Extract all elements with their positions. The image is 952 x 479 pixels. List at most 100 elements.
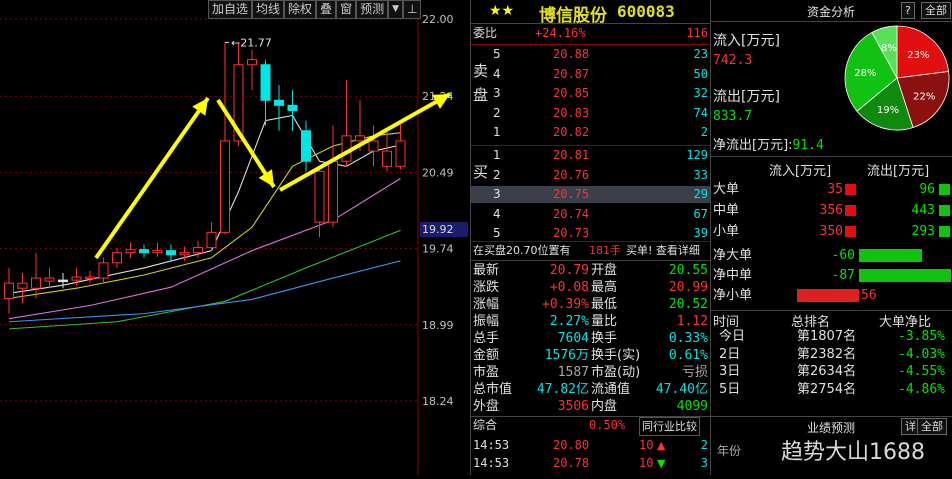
buy-row-5[interactable]: 5 20.73 39	[471, 225, 711, 242]
pie-label-2: 19%	[877, 105, 899, 116]
industry-compare-button[interactable]: 同行业比较	[639, 417, 700, 436]
stock-code: 600083	[617, 2, 675, 21]
rank-row: 5日 第2754名 -4.86%	[711, 381, 952, 398]
help-button[interactable]: ?	[901, 2, 915, 19]
stock-name: 博信股份	[539, 6, 607, 26]
rank-table: 今日 第1807名 -3.85% 2日 第2382名 -4.03% 3日 第2634名 -4.5…	[711, 328, 952, 400]
candle-body-15	[206, 231, 217, 249]
stat-label: 最新	[473, 263, 500, 278]
rank-ratio: -4.55%	[898, 364, 945, 379]
sell-row-4[interactable]: 4 20.87 50	[471, 66, 711, 83]
sell-volume: 23	[693, 47, 708, 61]
stat-label: 总手	[473, 331, 500, 346]
sell-level: 4	[493, 66, 501, 81]
rank-row: 今日 第1807名 -3.85%	[711, 328, 952, 345]
tick-list: 14:53 20.80 10 ▲ 2 14:53 20.78 10 ▼ 3	[471, 437, 711, 475]
buy-price: 20.73	[553, 226, 590, 240]
stats-row: 振幅 2.27% 量比 1.12	[471, 313, 711, 330]
toolbar-btn-2[interactable]: 除权	[284, 0, 317, 19]
current-price-tag: 19.92	[420, 222, 468, 237]
composite-label: 综合	[473, 418, 498, 432]
toolbar-btn-4[interactable]: 窗	[336, 0, 357, 19]
dropdown-triangle-icon[interactable]: ▼	[388, 0, 404, 19]
net-label: 净中单	[713, 268, 753, 283]
flow-title: 资金分析	[807, 5, 856, 19]
sell-volume: 50	[693, 66, 708, 81]
up-arrow-icon: ▲	[657, 439, 666, 452]
sell-row-3[interactable]: 3 20.85 32	[471, 85, 711, 102]
buy-level: 2	[493, 167, 501, 182]
col-out-header: 流出[万元]	[867, 164, 930, 179]
stat-value: 1.12	[676, 314, 708, 329]
col-in-header: 流入[万元]	[769, 164, 832, 179]
sell-level: 1	[493, 125, 501, 139]
sell-volume: 2	[700, 125, 708, 139]
stat-label: 换手	[591, 331, 618, 346]
red-square-icon	[845, 184, 856, 195]
forecast-all-button[interactable]: 全部	[917, 418, 947, 435]
high-label: ←21.77	[231, 36, 272, 49]
green-square-icon	[939, 184, 950, 195]
stat-label: 内盘	[591, 399, 618, 414]
axis-label-18.99: 18.99	[422, 319, 454, 332]
yellow-up-arrow-1-head	[192, 98, 208, 116]
stat-value: 7604	[557, 331, 589, 346]
big-order-notice[interactable]: 在买盘20.70位置有 181手 买单! 查看详细	[471, 242, 711, 259]
all-button[interactable]: 全部	[921, 2, 951, 19]
stat-value: 2.27%	[549, 314, 589, 329]
size-in: 35	[827, 182, 843, 197]
notice-detail-link[interactable]: 买单! 查看详细	[626, 242, 700, 259]
candle-body-1	[17, 282, 28, 289]
net-value: 91.4	[792, 138, 824, 153]
size-row: 小单 350 293	[711, 222, 952, 242]
rank-position: 第1807名	[797, 329, 857, 344]
webi-pct: +24.16%	[535, 26, 586, 40]
rank-ratio: -3.85%	[898, 329, 945, 344]
toolbar-btn-5[interactable]: 预测	[356, 0, 389, 19]
rank-row: 2日 第2382名 -4.03%	[711, 346, 952, 363]
stat-value: 3506	[557, 399, 589, 414]
candle-body-11	[152, 250, 163, 254]
candle-body-3	[44, 277, 55, 282]
ma-line-green	[8, 229, 401, 330]
stat-label: 流通值	[591, 382, 631, 397]
sell-level: 5	[493, 47, 501, 61]
net-row: 净大单 -60	[711, 246, 952, 266]
rank-position: 第2634名	[797, 364, 857, 379]
kline-chart[interactable]: 22.0021.2420.4919.7418.9918.24←21.77 19.…	[0, 0, 470, 475]
buy-row-2[interactable]: 2 20.76 33	[471, 167, 711, 184]
candle-body-23	[314, 170, 325, 223]
net-label: 净大单	[713, 248, 753, 263]
tick-row: 14:53 20.78 10 ▼ 3	[471, 455, 711, 472]
buy-row-1[interactable]: 1 20.81 129	[471, 147, 711, 164]
outflow-value: 833.7	[713, 109, 753, 124]
sell-row-1[interactable]: 1 20.82 2	[471, 124, 711, 141]
buy-row-4[interactable]: 4 20.74 67	[471, 206, 711, 223]
toolbar-btn-3[interactable]: 叠	[316, 0, 337, 19]
stat-value: 20.79	[549, 263, 589, 278]
size-out: 96	[919, 182, 935, 197]
sell-row-5[interactable]: 5 20.88 23	[471, 46, 711, 63]
stats-row: 外盘 3506 内盘 4099	[471, 398, 711, 415]
candle-body-29	[395, 140, 406, 167]
size-row: 中单 356 443	[711, 201, 952, 221]
stat-label: 金额	[473, 348, 500, 363]
stat-label: 总市值	[473, 382, 513, 397]
rank-time: 5日	[719, 381, 741, 397]
composite-row: 综合 0.50% 同行业比较	[471, 417, 711, 436]
sell-row-2[interactable]: 2 20.83 74	[471, 105, 711, 122]
star-icon[interactable]: ★★	[489, 3, 514, 19]
net-bar	[859, 249, 923, 262]
candle-body-7	[98, 262, 109, 279]
toolbar-btn-1[interactable]: 均线	[252, 0, 285, 19]
candle-body-14	[193, 247, 203, 254]
buy-volume: 129	[686, 148, 708, 162]
stat-value: +0.08	[549, 280, 589, 295]
buy-row-3[interactable]: 3 20.75 29	[471, 186, 711, 203]
pin-icon[interactable]: ⊥	[403, 0, 422, 19]
buy-level: 3	[493, 187, 501, 201]
stat-value: 亏损	[681, 365, 708, 380]
toolbar-btn-0[interactable]: 加自选	[208, 0, 253, 19]
kline-svg[interactable]: 22.0021.2420.4919.7418.9918.24←21.77	[0, 0, 470, 475]
notice-text: 在买盘20.70位置有	[473, 244, 571, 257]
